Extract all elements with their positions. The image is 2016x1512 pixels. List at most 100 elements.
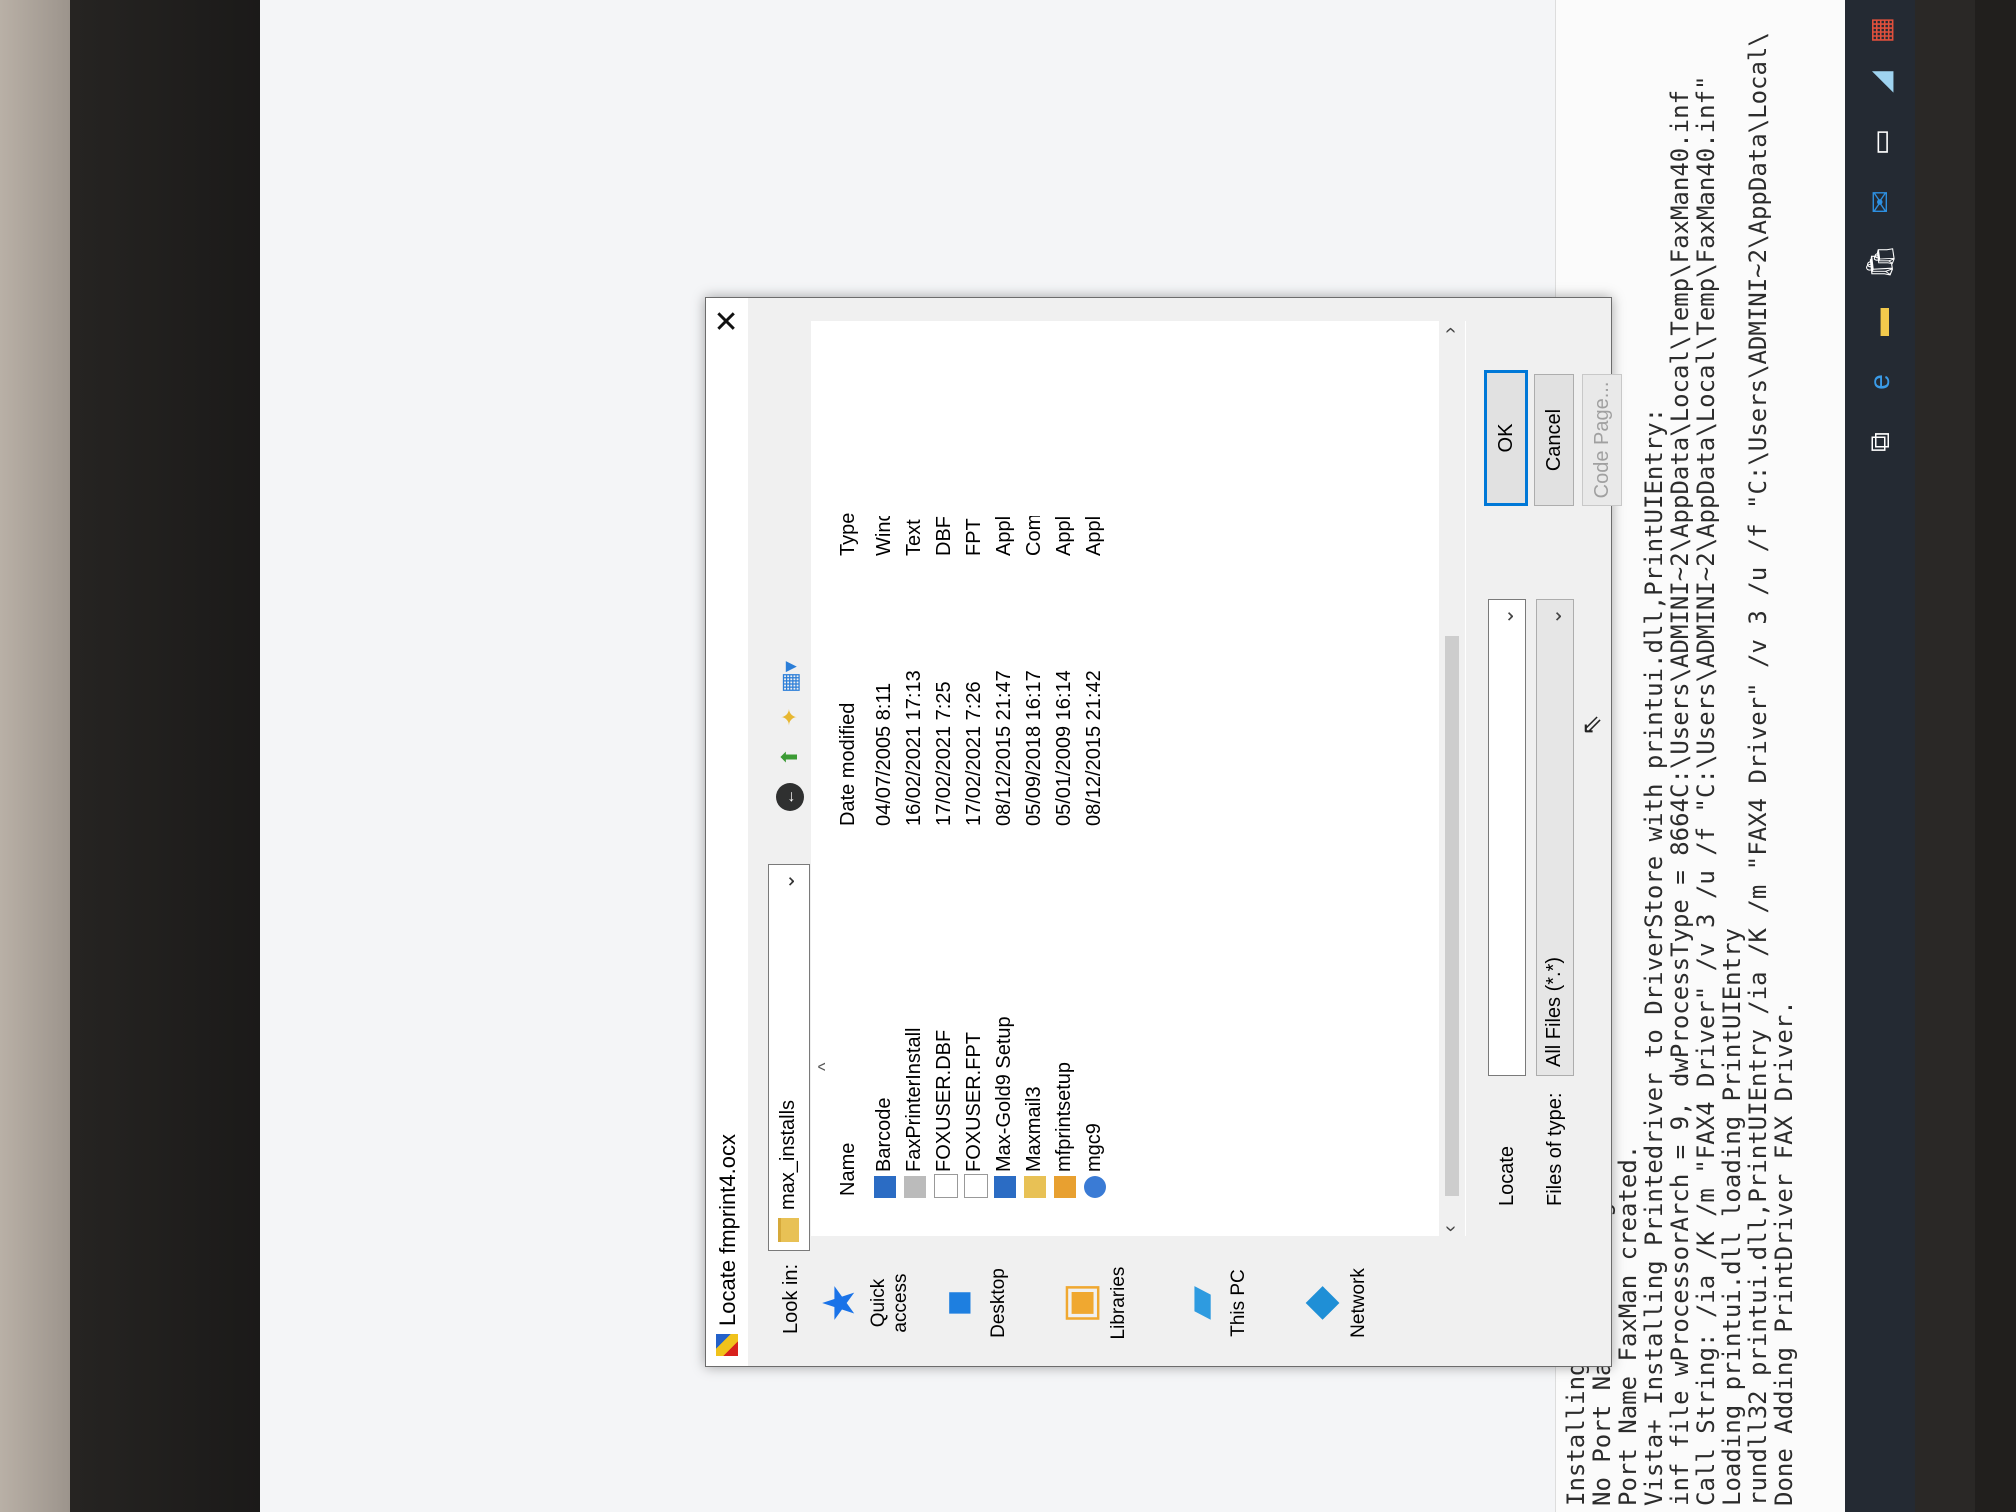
screen: Installing Printer Driver. No Port Name … xyxy=(260,0,1915,1512)
navigation-toolbar: ← ⬆ ✦ ▦▾ xyxy=(772,661,808,811)
faxman-icon[interactable]: ▦ xyxy=(1860,10,1900,50)
computer-icon: ▰ xyxy=(1174,1286,1224,1320)
files-of-type-label: Files of type: xyxy=(1544,1092,1566,1206)
dialog-titlebar[interactable]: Locate fmprint4.ocx ✕ xyxy=(706,298,748,1366)
file-name: FOXUSER.DBF xyxy=(933,1029,955,1172)
column-header-type[interactable]: Type xyxy=(837,513,860,556)
file-row[interactable]: FaxPrinterInstall 16/02/2021 17:13 Text … xyxy=(901,321,929,1236)
file-row[interactable]: Barcode 04/07/2005 8:11 Wind xyxy=(871,321,899,1236)
task-view-icon[interactable]: ⧉ xyxy=(1860,422,1900,462)
chevron-down-icon[interactable]: ⌄ xyxy=(1494,608,1519,625)
file-date: 05/09/2018 16:17 xyxy=(1023,670,1045,826)
application-icon xyxy=(874,1176,896,1198)
view-menu-icon[interactable]: ▦▾ xyxy=(776,661,804,693)
app-icon[interactable]: ◢ xyxy=(1860,62,1900,102)
column-header-date[interactable]: Date modified xyxy=(837,703,860,826)
files-of-type-select[interactable]: All Files (*.*) ⌄ xyxy=(1536,599,1574,1076)
files-of-type-value: All Files (*.*) xyxy=(1543,956,1565,1067)
app-icon xyxy=(1084,1176,1106,1198)
look-in-dropdown[interactable]: max_installs ⌄ xyxy=(768,864,810,1251)
console-line: Call String: /ia /K /m "FAX4 Driver" /v … xyxy=(1692,75,1720,1506)
file-name: mgc9 xyxy=(1083,1123,1105,1172)
folder-icon xyxy=(778,1218,799,1242)
horizontal-scrollbar[interactable]: ‹ › xyxy=(1439,321,1465,1236)
store-icon[interactable]: 🛍 xyxy=(1860,242,1900,282)
printer-setup-icon xyxy=(1054,1176,1076,1198)
text-file-icon xyxy=(904,1176,926,1198)
places-bar: ★ Quick access ■ Desktop ▣ Libraries ▰ T… xyxy=(814,1248,1456,1358)
place-this-pc[interactable]: ▰ This PC xyxy=(1174,1248,1250,1358)
console-line: rundll32 printui.dll,PrintUIEntry /ia /K… xyxy=(1744,32,1772,1506)
console-line: Vista+ Installing Printedriver to Driver… xyxy=(1640,407,1668,1506)
desk-background xyxy=(0,0,70,1512)
file-explorer-icon[interactable]: ▬ xyxy=(1860,302,1900,342)
file-date: 17/02/2021 7:26 xyxy=(963,681,985,826)
ok-button[interactable]: OK xyxy=(1484,370,1528,506)
place-label: Libraries xyxy=(1108,1266,1129,1340)
sort-ascending-icon: ^ xyxy=(815,1062,835,1071)
file-date: 17/02/2021 7:25 xyxy=(933,681,955,826)
file-icon xyxy=(964,1174,988,1198)
file-name: Barcode xyxy=(873,1097,895,1173)
place-libraries[interactable]: ▣ Libraries xyxy=(1054,1248,1130,1358)
file-row[interactable]: FOXUSER.DBF 17/02/2021 7:25 DBF F xyxy=(931,321,959,1236)
file-type: FPT F xyxy=(963,516,985,556)
look-in-label: Look in: xyxy=(780,1263,802,1334)
console-line: inf file wProcessorArch = 9, dwProcessTy… xyxy=(1666,89,1694,1506)
file-type: DBF F xyxy=(933,516,955,556)
place-desktop[interactable]: ■ Desktop xyxy=(934,1248,1010,1358)
dialog-title: Locate fmprint4.ocx xyxy=(715,1134,740,1326)
file-type: Wind xyxy=(873,516,895,556)
file-list[interactable]: ^ Name Date modified Type Barcode 04/07/… xyxy=(811,321,1466,1236)
new-folder-icon[interactable]: ✦ xyxy=(776,703,804,731)
console-line: Done Adding PrintDriver FAX Driver. xyxy=(1770,1000,1798,1506)
file-type: Text [ xyxy=(903,516,925,556)
file-date: 04/07/2005 8:11 xyxy=(873,682,895,826)
cancel-button[interactable]: Cancel xyxy=(1534,374,1574,506)
file-row[interactable]: Maxmail3 05/09/2018 16:17 Com xyxy=(1021,321,1049,1236)
up-folder-icon[interactable]: ⬆ xyxy=(776,743,804,771)
scrollbar-thumb[interactable] xyxy=(1445,636,1459,1196)
file-type: Appli xyxy=(1083,516,1105,556)
file-name: mfprintsetup xyxy=(1053,1061,1075,1172)
file-date: 08/12/2015 21:42 xyxy=(1083,670,1105,826)
star-icon: ★ xyxy=(814,1283,864,1323)
code-page-button[interactable]: Code Page... xyxy=(1582,374,1622,506)
file-row[interactable]: mgc9 08/12/2015 21:42 Appli xyxy=(1081,321,1109,1236)
place-label: Quick access xyxy=(868,1273,911,1333)
scroll-left-icon[interactable]: ‹ xyxy=(1439,1225,1462,1232)
scroll-right-icon[interactable]: › xyxy=(1439,327,1462,334)
file-row[interactable]: mfprintsetup 05/01/2009 16:14 Appli xyxy=(1051,321,1079,1236)
place-label: Desktop xyxy=(988,1268,1009,1338)
app-icon xyxy=(716,1334,738,1356)
taskbar: ⧉ e ▬ 🛍 ✉ ▭ ◢ ▦ xyxy=(1845,0,1915,1512)
place-network[interactable]: ◆ Network xyxy=(1295,1248,1370,1358)
terminal-icon[interactable]: ▭ xyxy=(1860,122,1900,162)
mail-icon[interactable]: ✉ xyxy=(1860,182,1900,222)
console-line: Loading printui.dll loading PrintUIEntry xyxy=(1718,928,1746,1506)
libraries-icon: ▣ xyxy=(1054,1282,1104,1324)
locate-label: Locate xyxy=(1496,1145,1518,1206)
file-row[interactable]: Max-Gold9 Setup 08/12/2015 21:47 Appli xyxy=(991,321,1019,1236)
close-button[interactable]: ✕ xyxy=(706,298,748,344)
locate-file-dialog: Locate fmprint4.ocx ✕ Look in: max_insta… xyxy=(705,297,1622,1367)
monitor-bezel-right xyxy=(1975,0,2016,1512)
mouse-pointer-icon: ⇖ xyxy=(1576,714,1606,736)
locate-input[interactable]: ⌄ xyxy=(1488,599,1526,1076)
file-name: FOXUSER.FPT xyxy=(963,1031,985,1172)
file-row[interactable]: FOXUSER.FPT 17/02/2021 7:26 FPT F xyxy=(961,321,989,1236)
file-date: 16/02/2021 17:13 xyxy=(903,670,925,826)
file-icon xyxy=(934,1174,958,1198)
monitor-bezel xyxy=(70,0,260,1512)
file-type: Com xyxy=(1023,516,1045,556)
file-name: Maxmail3 xyxy=(1023,1086,1045,1172)
chevron-down-icon: ⌄ xyxy=(1544,608,1566,625)
edge-icon[interactable]: e xyxy=(1860,362,1900,402)
desktop-icon: ■ xyxy=(934,1289,983,1317)
back-icon[interactable]: ← xyxy=(776,783,804,811)
column-header-name[interactable]: Name xyxy=(837,1143,860,1196)
file-date: 08/12/2015 21:47 xyxy=(993,670,1015,826)
setup-icon xyxy=(994,1176,1016,1198)
place-quick-access[interactable]: ★ Quick access xyxy=(814,1248,912,1358)
place-label: This PC xyxy=(1228,1269,1249,1337)
